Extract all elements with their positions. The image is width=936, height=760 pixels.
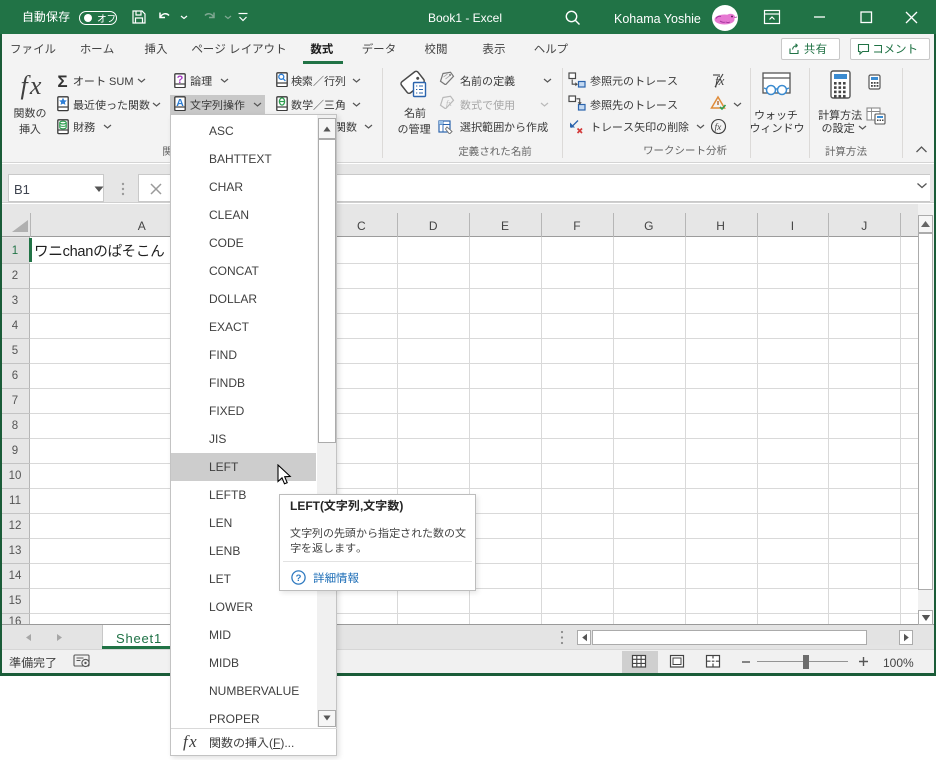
svg-text:fx: fx: [715, 122, 723, 133]
svg-text:?: ?: [296, 573, 302, 584]
svg-text:fx: fx: [446, 99, 452, 108]
svg-text:?: ?: [177, 73, 184, 85]
svg-text:A: A: [176, 97, 184, 109]
